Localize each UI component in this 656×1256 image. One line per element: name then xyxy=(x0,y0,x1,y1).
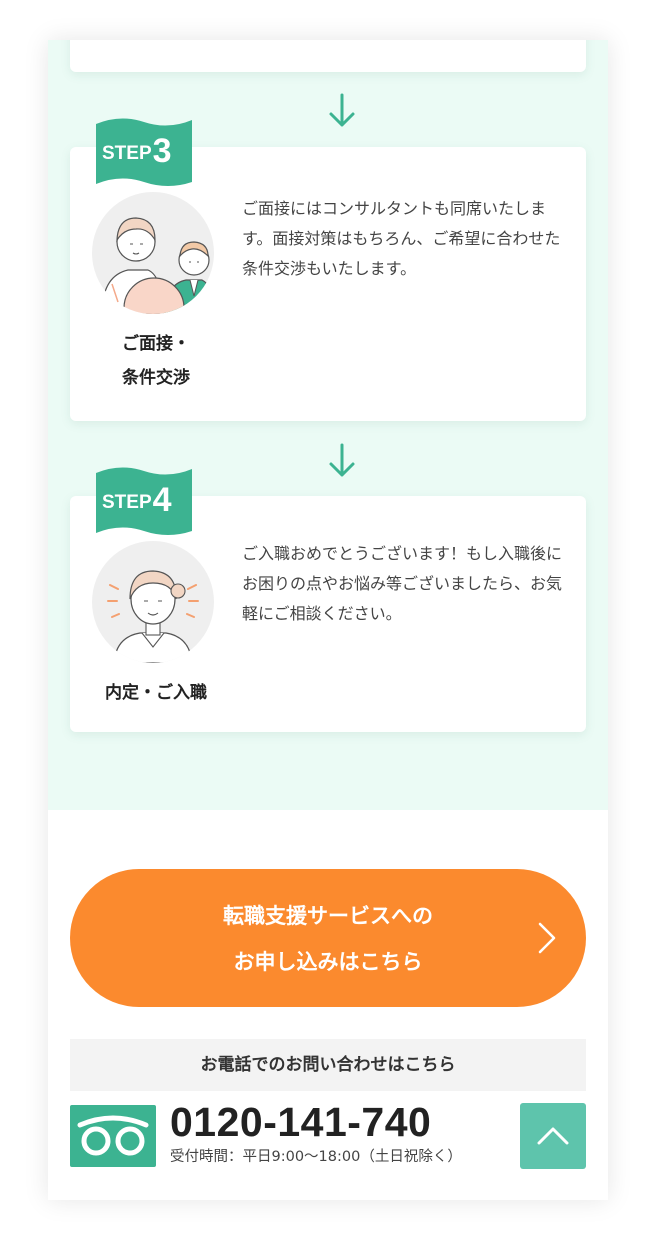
interview-illustration xyxy=(92,192,214,314)
apply-button-label: お申し込みはこちら xyxy=(233,950,423,974)
arrow-down-icon xyxy=(329,93,355,127)
business-hours: 受付時間：平日9:00〜18:00（土日祝除く） xyxy=(170,1149,462,1165)
freedial-icon xyxy=(70,1105,156,1167)
phone-number-link[interactable]: 0120-141-740 xyxy=(170,1096,431,1148)
step-title-line: ご面接・ xyxy=(122,334,190,354)
back-to-top-button[interactable] xyxy=(520,1103,586,1169)
hired-woman-illustration xyxy=(92,541,214,663)
step-title: 内定・ご入職 xyxy=(70,676,242,710)
step-4-card: STEP4 内定・ご入職 ご入職おめでとうございます！もし入職後にお困りの点やお… xyxy=(70,467,586,732)
chevron-up-icon xyxy=(537,1127,569,1145)
step-title-line: 内定・ご入職 xyxy=(105,683,207,703)
step-title: ご面接・ 条件交渉 xyxy=(70,327,242,395)
step-badge: STEP3 xyxy=(102,129,172,170)
step-description: ご入職おめでとうございます！もし入職後にお困りの点やお悩み等ございましたら、お気… xyxy=(242,544,563,623)
step-3-card: STEP3 ご面接・ 条件交渉 ご面接にはコンサルタントも同席いたします。面接対… xyxy=(70,118,586,421)
step-badge: STEP4 xyxy=(102,478,172,519)
chevron-right-icon xyxy=(538,922,556,954)
step-number: 4 xyxy=(152,481,172,519)
step-number: 3 xyxy=(152,132,172,170)
flow-section: STEP3 ご面接・ 条件交渉 ご面接にはコンサルタントも同席いたします。面接対… xyxy=(48,40,608,810)
step-label: STEP xyxy=(102,143,152,164)
arrow-down-icon xyxy=(329,443,355,477)
phone-contact-heading: お電話でのお問い合わせはこちら xyxy=(70,1039,586,1091)
mobile-page: STEP3 ご面接・ 条件交渉 ご面接にはコンサルタントも同席いたします。面接対… xyxy=(48,40,608,1200)
step-label: STEP xyxy=(102,492,152,513)
apply-button-label: 転職支援サービスへの xyxy=(223,904,433,928)
step-title-line: 条件交渉 xyxy=(122,368,190,388)
apply-button[interactable]: 転職支援サービスへの お申し込みはこちら xyxy=(70,869,586,1007)
step-description: ご面接にはコンサルタントも同席いたします。面接対策はもちろん、ご希望に合わせた条… xyxy=(242,199,561,278)
step-2-card xyxy=(70,40,586,72)
